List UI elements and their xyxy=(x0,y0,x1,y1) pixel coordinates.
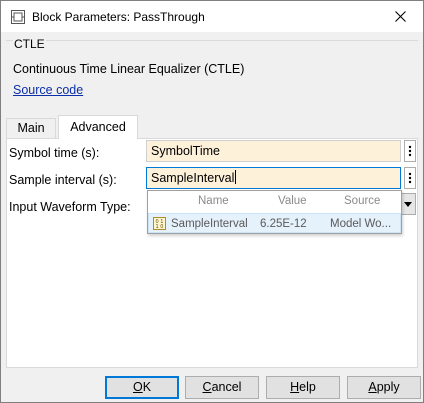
source-code-link[interactable]: Source code xyxy=(13,82,83,98)
sample-interval-value: SampleInterval xyxy=(151,171,235,185)
title-bar: Block Parameters: PassThrough xyxy=(1,1,423,32)
symbol-time-value: SymbolTime xyxy=(151,144,220,158)
text-caret xyxy=(235,170,237,184)
tab-main[interactable]: Main xyxy=(6,118,56,139)
apply-mnemonic: A xyxy=(368,380,377,394)
sample-interval-field[interactable]: SampleInterval xyxy=(146,167,401,189)
cancel-label-rest: ancel xyxy=(211,380,242,394)
row-value: 6.25E-12 xyxy=(260,218,307,230)
kebab-icon xyxy=(408,172,412,184)
help-label-rest: elp xyxy=(299,380,316,394)
input-waveform-label: Input Waveform Type: xyxy=(9,200,131,214)
cancel-mnemonic: C xyxy=(202,380,212,394)
tab-strip: Main Advanced xyxy=(6,115,416,139)
ok-label-rest: K xyxy=(142,380,152,394)
symbol-time-options-button[interactable] xyxy=(404,140,416,162)
svg-text:1 0: 1 0 xyxy=(156,224,164,230)
block-parameters-dialog: Block Parameters: PassThrough CTLE Conti… xyxy=(0,0,424,403)
group-border xyxy=(6,40,418,41)
row-source: Model Wo... xyxy=(330,218,392,230)
dropdown-arrow-icon xyxy=(403,201,412,207)
ok-button[interactable]: OK xyxy=(105,376,179,399)
symbol-time-label: Symbol time (s): xyxy=(9,146,100,160)
header-value: Value xyxy=(278,195,307,207)
autocomplete-header: Name Value Source xyxy=(148,191,401,211)
block-description: Continuous Time Linear Equalizer (CTLE) xyxy=(13,62,245,76)
header-name: Name xyxy=(198,195,229,207)
apply-button[interactable]: Apply xyxy=(347,376,421,399)
window-title: Block Parameters: PassThrough xyxy=(32,10,205,24)
sample-interval-options-button[interactable] xyxy=(404,167,416,189)
cancel-button[interactable]: Cancel xyxy=(185,376,259,399)
group-label: CTLE xyxy=(13,37,46,51)
close-icon xyxy=(394,11,406,22)
symbol-time-field[interactable]: SymbolTime xyxy=(146,140,401,162)
ok-mnemonic: O xyxy=(132,380,143,394)
close-button[interactable] xyxy=(377,1,423,32)
row-name: SampleInterval xyxy=(171,218,248,230)
kebab-icon xyxy=(408,145,412,157)
simulink-block-icon xyxy=(11,10,25,24)
autocomplete-row[interactable]: 0 1 1 0 SampleInterval 6.25E-12 Model Wo… xyxy=(148,213,401,233)
workspace-variable-icon: 0 1 1 0 xyxy=(153,217,166,230)
tab-advanced[interactable]: Advanced xyxy=(58,115,138,139)
help-mnemonic: H xyxy=(290,380,300,394)
autocomplete-popup: Name Value Source 0 1 1 0 SampleInterval… xyxy=(147,190,402,234)
header-source: Source xyxy=(344,195,381,207)
apply-label-rest: pply xyxy=(376,380,400,394)
help-button[interactable]: Help xyxy=(266,376,340,399)
sample-interval-label: Sample interval (s): xyxy=(9,173,117,187)
